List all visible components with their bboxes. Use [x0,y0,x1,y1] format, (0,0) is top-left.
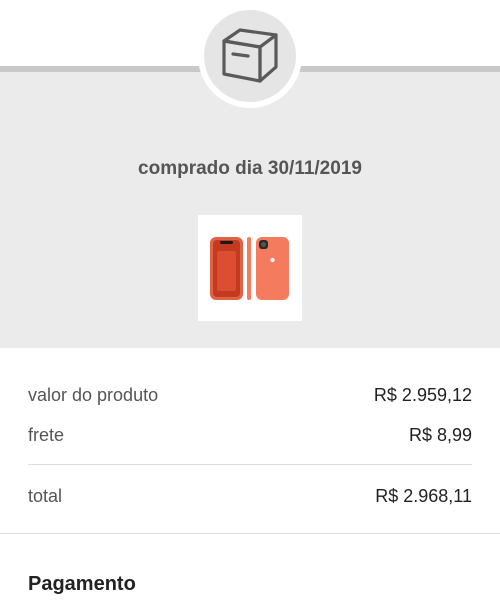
total-row: total R$ 2.968,11 [28,481,472,511]
summary-divider [28,464,472,465]
payment-section-title: Pagamento [28,573,136,595]
phone-product-image [210,237,289,300]
product-image[interactable] [198,215,302,321]
purchase-date: comprado dia 30/11/2019 [138,158,362,179]
product-value-label: valor do produto [28,384,159,405]
package-icon-badge [204,10,296,102]
section-divider [0,533,500,534]
shipping-label: frete [28,424,65,445]
shipping-value: R$ 8,99 [408,424,472,445]
total-value: R$ 2.968,11 [375,485,472,506]
order-summary: valor do produto R$ 2.959,12 frete R$ 8,… [28,380,472,511]
total-label: total [28,485,63,506]
shipping-row: frete R$ 8,99 [28,420,472,450]
product-value: R$ 2.959,12 [373,384,472,405]
package-box-icon [222,28,278,83]
product-value-row: valor do produto R$ 2.959,12 [28,380,472,410]
